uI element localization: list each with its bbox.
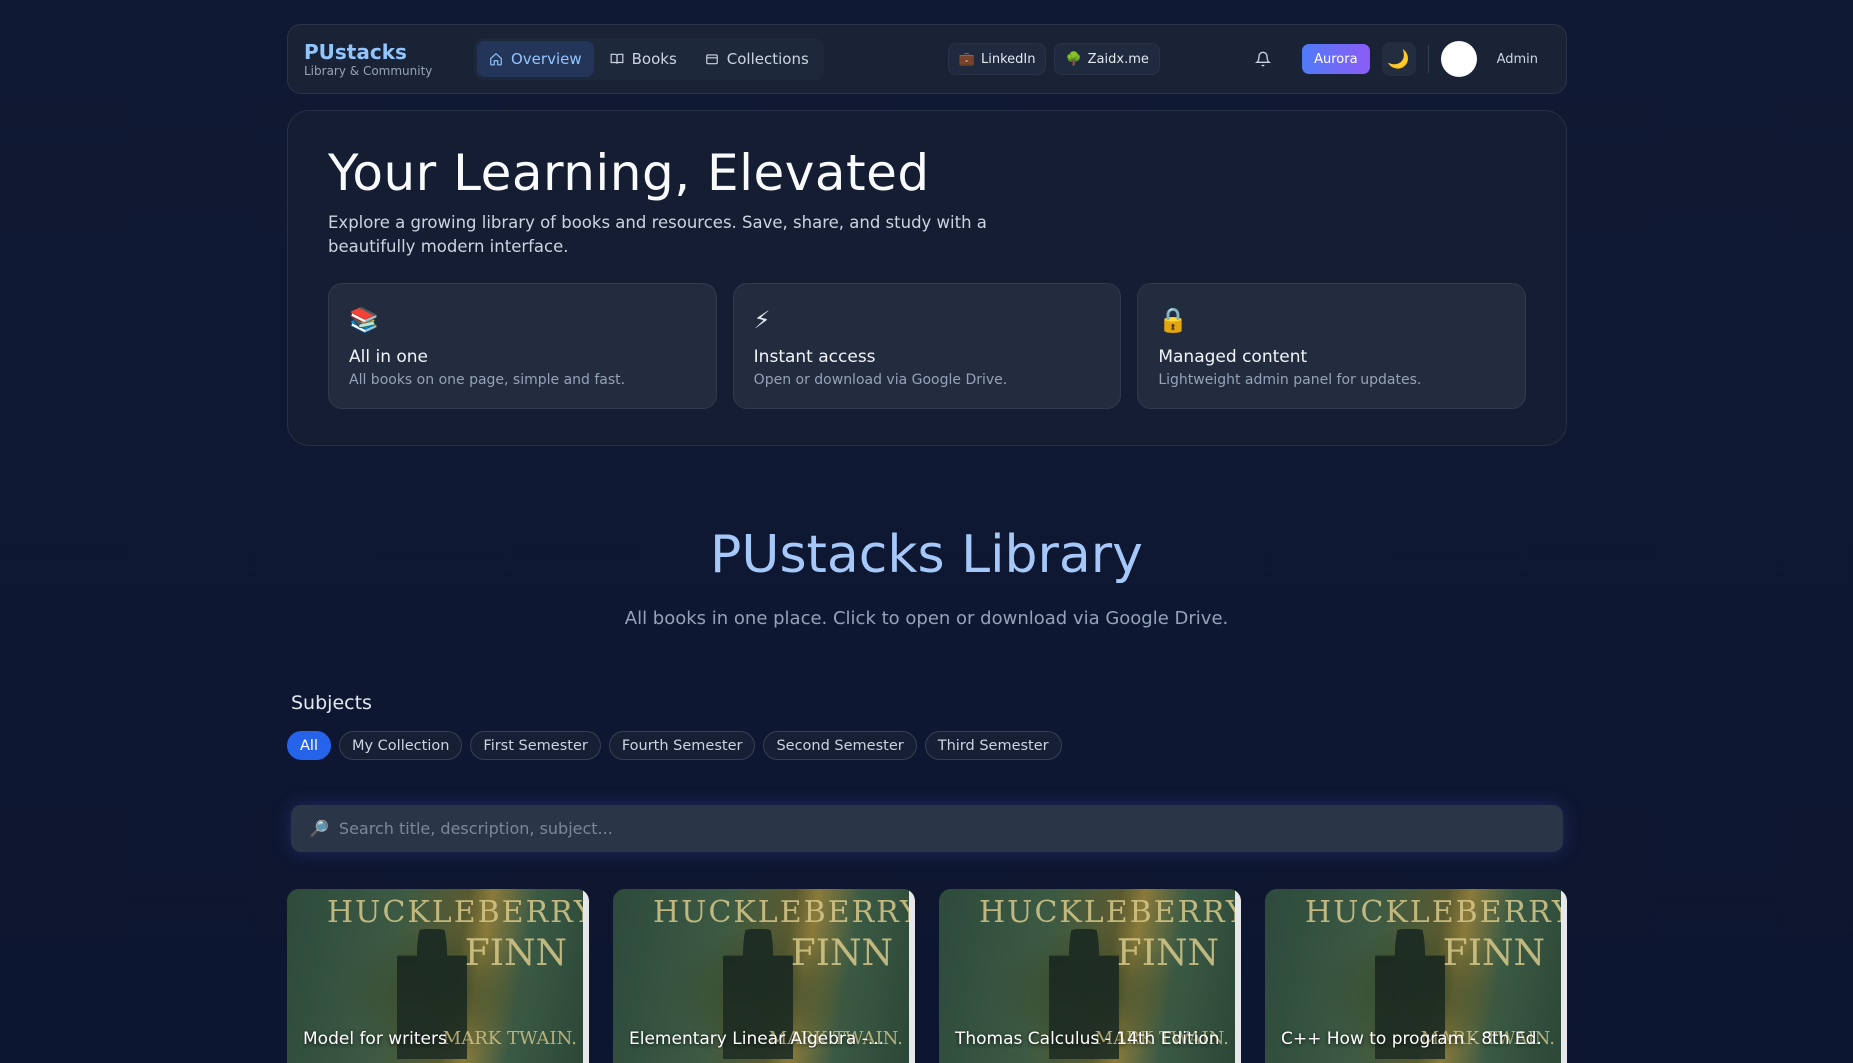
nav-tabs: Overview Books Collections <box>474 38 824 80</box>
search-bar: 🔎 <box>291 805 1563 852</box>
hero-subtitle: Explore a growing library of books and r… <box>328 213 987 256</box>
chip-first-semester[interactable]: First Semester <box>470 731 601 760</box>
cover-text: FINN <box>1116 933 1219 974</box>
link-label: Zaidx.me <box>1087 51 1149 67</box>
book-card[interactable]: HUCKLEBERRY FINN MARK TWAIN. C++ How to … <box>1265 889 1567 1063</box>
lock-icon: 🔒 <box>1158 306 1189 334</box>
brand-subtitle: Library & Community <box>304 64 433 78</box>
feature-card: ⚡ Instant access Open or download via Go… <box>732 283 1122 409</box>
aurora-theme-button[interactable]: Aurora <box>1302 44 1370 74</box>
lightning-icon: ⚡ <box>753 306 771 334</box>
cover-text: FINN <box>464 933 567 974</box>
cover-edge <box>1235 889 1241 1063</box>
search-input[interactable] <box>338 819 1545 838</box>
magnifier-icon: 🔎 <box>309 819 329 838</box>
books-icon: 📚 <box>349 306 379 334</box>
link-label: LinkedIn <box>980 51 1036 67</box>
chip-all[interactable]: All <box>287 731 331 760</box>
book-open-icon <box>610 52 624 66</box>
tab-overview[interactable]: Overview <box>477 41 594 77</box>
cover-text: HUCKLEBERRY <box>979 895 1241 930</box>
subject-chips: All My Collection First Semester Fourth … <box>287 731 1062 760</box>
nav-right: Aurora 🌙 Admin <box>1252 41 1550 77</box>
feature-description: All books on one page, simple and fast. <box>349 372 626 388</box>
book-grid: HUCKLEBERRY FINN MARK TWAIN. Model for w… <box>287 889 1567 1063</box>
cover-text: FINN <box>1442 933 1545 974</box>
cover-text: FINN <box>790 933 893 974</box>
feature-title: Instant access <box>753 347 876 367</box>
tree-icon: 🌳 <box>1065 51 1082 67</box>
feature-description: Lightweight admin panel for updates. <box>1158 372 1422 388</box>
zaidx-link[interactable]: 🌳 Zaidx.me <box>1054 43 1160 75</box>
subjects-label: Subjects <box>291 692 372 714</box>
tab-label: Overview <box>511 50 582 68</box>
briefcase-icon: 💼 <box>958 51 975 67</box>
home-icon <box>489 52 503 66</box>
divider <box>1427 45 1429 73</box>
admin-link[interactable]: Admin <box>1497 52 1538 67</box>
hero-panel: Your Learning, Elevated Explore a growin… <box>287 110 1567 446</box>
cover-edge <box>583 889 589 1063</box>
feature-card: 📚 All in one All books on one page, simp… <box>328 283 717 409</box>
cover-edge <box>909 889 915 1063</box>
top-navbar: PUstacks Library & Community Overview Bo… <box>287 24 1567 94</box>
cover-text: HUCKLEBERRY <box>1305 895 1567 930</box>
chip-my-collection[interactable]: My Collection <box>338 731 463 760</box>
library-subtitle: All books in one place. Click to open or… <box>624 608 1229 629</box>
feature-title: All in one <box>349 347 429 367</box>
avatar[interactable] <box>1440 41 1477 77</box>
hero-title: Your Learning, Elevated <box>328 144 930 202</box>
archive-icon <box>705 52 719 66</box>
book-title: Elementary Linear Algebra -... <box>629 1029 885 1049</box>
chip-fourth-semester[interactable]: Fourth Semester <box>608 731 756 760</box>
linkedin-link[interactable]: 💼 LinkedIn <box>947 43 1047 75</box>
brand[interactable]: PUstacks Library & Community <box>304 40 464 78</box>
book-title: C++ How to program - 8th Ed. <box>1281 1029 1542 1049</box>
external-links: 💼 LinkedIn 🌳 Zaidx.me <box>947 43 1160 75</box>
tab-books[interactable]: Books <box>598 41 689 77</box>
feature-card: 🔒 Managed content Lightweight admin pane… <box>1137 283 1527 409</box>
chip-second-semester[interactable]: Second Semester <box>763 731 917 760</box>
feature-description: Open or download via Google Drive. <box>753 372 1008 388</box>
chip-third-semester[interactable]: Third Semester <box>924 731 1062 760</box>
book-card[interactable]: HUCKLEBERRY FINN MARK TWAIN. Elementary … <box>613 889 915 1063</box>
feature-title: Managed content <box>1158 347 1308 367</box>
tab-label: Collections <box>726 50 809 68</box>
book-card[interactable]: HUCKLEBERRY FINN MARK TWAIN. Model for w… <box>287 889 589 1063</box>
bell-icon[interactable] <box>1252 48 1274 70</box>
tab-label: Books <box>631 50 677 68</box>
book-title: Model for writers <box>303 1029 447 1049</box>
moon-icon[interactable]: 🌙 <box>1381 42 1416 76</box>
cover-text: HUCKLEBERRY <box>327 895 589 930</box>
cover-edge <box>1561 889 1567 1063</box>
feature-cards: 📚 All in one All books on one page, simp… <box>328 283 1527 409</box>
brand-name[interactable]: PUstacks <box>304 40 464 64</box>
book-card[interactable]: HUCKLEBERRY FINN MARK TWAIN. Thomas Calc… <box>939 889 1241 1063</box>
tab-collections[interactable]: Collections <box>693 41 821 77</box>
cover-text: HUCKLEBERRY <box>653 895 915 930</box>
library-title: PUstacks Library <box>710 525 1143 585</box>
book-title: Thomas Calculus - 14th Edition <box>955 1029 1220 1049</box>
